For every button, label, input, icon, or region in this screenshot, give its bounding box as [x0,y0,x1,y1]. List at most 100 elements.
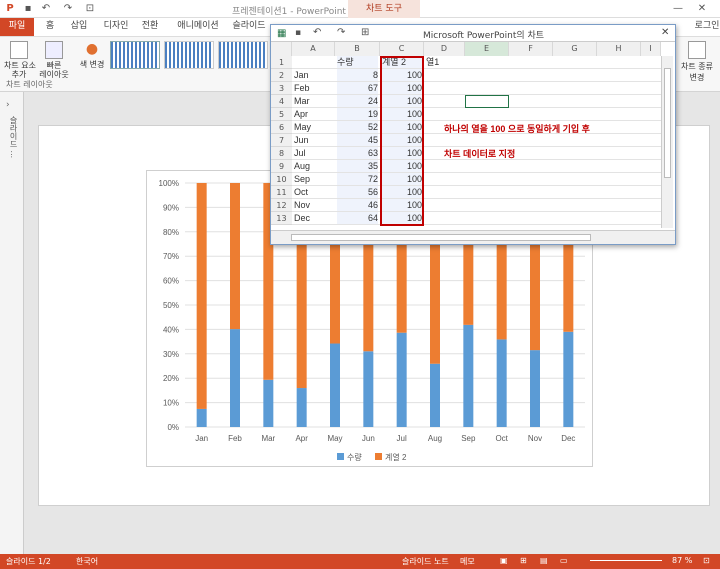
scrollbar-thumb[interactable] [291,234,591,241]
tab-design[interactable]: 디자인 [98,18,134,36]
select-all-corner[interactable] [271,42,292,56]
language-indicator[interactable]: 한국어 [76,556,98,567]
quick-layout-button[interactable]: 빠른 레이아웃 [38,41,70,79]
chart-style-gallery[interactable] [110,41,276,71]
notes-button[interactable]: 슬라이드 노트 [402,556,449,567]
tab-animations[interactable]: 애니메이션 [168,18,228,36]
quick-layout-label: 빠른 레이아웃 [39,61,69,79]
excel-icon: ▦ [277,28,287,39]
row-header[interactable]: 10 [271,173,292,186]
x-tick-label: Jun [362,434,375,443]
annotation-line-2: 차트 데이터로 지정 [444,149,516,159]
slideshow-icon[interactable]: ⊡ [84,3,96,15]
row-header[interactable]: 12 [271,199,292,212]
column-header-c[interactable]: C [380,42,424,56]
chart-style-3[interactable] [218,41,268,69]
row-header[interactable]: 13 [271,212,292,225]
zoom-level[interactable]: 87 % [672,556,692,565]
y-tick-label: 30% [163,350,179,359]
chart-style-1[interactable] [110,41,160,69]
x-tick-label: Jul [397,434,407,443]
tab-file[interactable]: 파일 [0,18,34,36]
chart-element-icon [10,41,28,59]
y-tick-label: 20% [163,374,179,383]
annotation-line-1: 하나의 열을 100 으로 동일하게 기입 후 [444,124,590,134]
tab-slideshow[interactable]: 슬라이드 쇼 [228,18,270,48]
chart-layouts-group-label: 차트 레이아웃 [6,80,53,89]
tab-insert[interactable]: 삽입 [64,18,94,36]
slideshow-view-icon[interactable]: ▭ [560,556,568,565]
grid-line [292,68,661,69]
save-icon[interactable]: ▪ [22,3,34,15]
bar-segment [496,339,507,427]
row-header[interactable]: 3 [271,82,292,95]
vertical-scrollbar[interactable] [661,56,673,228]
minimize-icon[interactable]: — [672,3,684,15]
change-chart-type-button[interactable]: 차트 종류 변경 [678,41,716,83]
normal-view-icon[interactable]: ▣ [500,556,508,565]
column-header-f[interactable]: F [509,42,553,56]
excel-save-icon[interactable]: ▪ [295,28,301,38]
redo-icon[interactable]: ↷ [62,3,74,15]
excel-redo-icon[interactable]: ↷ [337,27,345,38]
chart-data-title: Microsoft PowerPoint의 차트 [423,31,545,41]
column-header-i[interactable]: I [641,42,661,56]
change-color-button[interactable]: ● 색 변경 [78,41,106,70]
edit-in-excel-icon[interactable]: ⊞ [361,27,369,38]
sorter-view-icon[interactable]: ⊞ [520,556,527,565]
row-header[interactable]: 8 [271,147,292,160]
column-header-a[interactable]: A [292,42,335,56]
row-header[interactable]: 11 [271,186,292,199]
row-header[interactable]: 6 [271,121,292,134]
login-link[interactable]: 로그인 [694,18,720,36]
x-tick-label: Jan [195,434,208,443]
column-header-d[interactable]: D [424,42,465,56]
column-header-g[interactable]: G [553,42,597,56]
close-chart-data-icon[interactable]: ✕ [661,27,669,38]
row-header[interactable]: 5 [271,108,292,121]
grid-line [292,120,661,121]
close-window-icon[interactable]: ✕ [696,3,708,15]
bar-segment [196,408,207,427]
column-header-b[interactable]: B [335,42,380,56]
add-chart-element-label: 차트 요소 추가 [4,61,36,79]
comments-button[interactable]: 메모 [460,556,475,567]
change-color-label: 색 변경 [79,60,105,69]
slide-thumbnail-panel[interactable]: › 슬라이드 ... [0,92,24,554]
bar-segment [396,332,407,427]
y-tick-label: 100% [159,179,179,188]
bar-segment [363,351,374,427]
chart-style-2[interactable] [164,41,214,69]
chart-type-label: 차트 종류 [681,62,713,71]
add-chart-element-button[interactable]: 차트 요소 추가 [4,41,36,79]
row-header[interactable]: 7 [271,134,292,147]
y-tick-label: 40% [163,325,179,334]
row-header[interactable]: 2 [271,69,292,82]
x-tick-label: Mar [261,434,275,443]
tab-home[interactable]: 홈 [38,18,62,36]
legend-label: 수량 [347,452,362,462]
tab-transitions[interactable]: 전환 [136,18,164,36]
column-header-e[interactable]: E [465,42,509,56]
undo-icon[interactable]: ↶ [40,3,52,15]
excel-undo-icon[interactable]: ↶ [313,27,321,38]
bar-segment [563,331,574,427]
window-title: 프레젠테이션1 - PowerPoint [232,7,346,17]
active-cell[interactable] [465,95,509,108]
collapse-panel-icon[interactable]: › [6,100,10,110]
chart-data-titlebar: ▦ ▪ ↶ ↷ ⊞ Microsoft PowerPoint의 차트 ✕ [271,25,675,42]
color-palette-icon: ● [85,41,99,57]
horizontal-scrollbar[interactable] [271,230,675,244]
fit-window-icon[interactable]: ⊡ [703,556,710,565]
column-header-h[interactable]: H [597,42,641,56]
row-header[interactable]: 4 [271,95,292,108]
chart-data-window[interactable]: ▦ ▪ ↶ ↷ ⊞ Microsoft PowerPoint의 차트 ✕ ABC… [270,24,676,245]
grid-line [292,211,661,212]
y-tick-label: 90% [163,203,179,212]
vscroll-thumb[interactable] [664,68,671,178]
row-header[interactable]: 9 [271,160,292,173]
reading-view-icon[interactable]: ▤ [540,556,548,565]
zoom-slider[interactable] [590,560,662,561]
row-header[interactable]: 1 [271,56,292,69]
y-tick-label: 80% [163,228,179,237]
